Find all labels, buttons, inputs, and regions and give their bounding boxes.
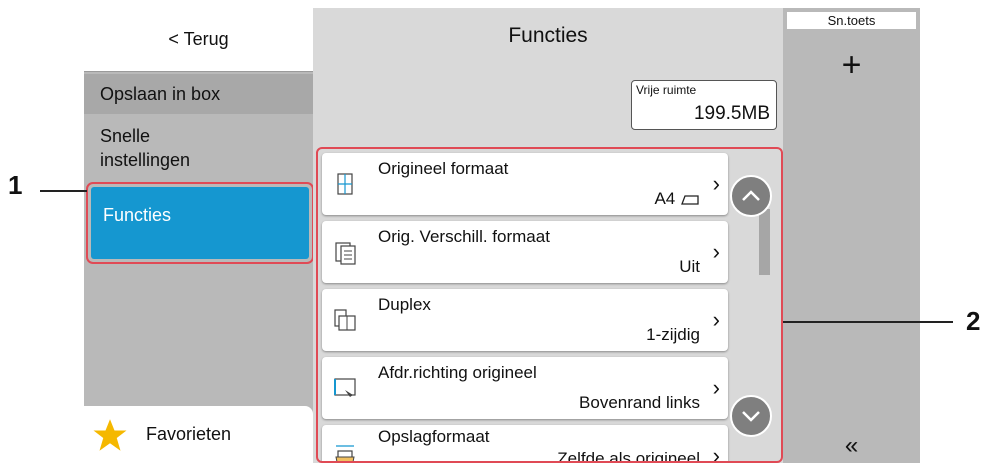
chevron-right-icon: › — [712, 375, 720, 400]
callout-1-highlight: Functies — [86, 182, 314, 264]
sidebar-item-label: Opslaan in box — [100, 83, 221, 104]
chevron-right-icon: › — [712, 307, 720, 332]
callout-line-1 — [40, 190, 87, 192]
free-space-value: 199.5MB — [693, 103, 770, 124]
orientation-icon — [334, 378, 356, 397]
function-name: Opslagformaat — [378, 427, 490, 446]
function-value-text: A4 — [654, 189, 676, 208]
add-quick-key-button[interactable]: + — [783, 48, 920, 82]
sidebar-item-label: Snelle instellingen — [100, 126, 191, 170]
free-space-indicator: Vrije ruimte 199.5MB — [631, 80, 777, 130]
chevron-down-icon — [742, 411, 760, 422]
sidebar-item-quick-setup[interactable]: Snelle instellingen — [84, 118, 313, 182]
scroll-down-button[interactable] — [730, 395, 772, 437]
page-title: Functies — [508, 24, 588, 47]
back-button-label: < Terug — [168, 29, 229, 49]
quick-key-panel: Sn.toets + « — [783, 8, 920, 463]
callout-number-2: 2 — [966, 306, 981, 336]
scrollbar-thumb[interactable] — [759, 209, 770, 275]
function-value: A4 — [654, 189, 700, 209]
function-name: Afdr.richting origineel — [378, 363, 537, 382]
paper-orientation-icon — [681, 194, 699, 205]
function-value: Uit — [679, 257, 700, 276]
favorites-button[interactable]: Favorieten — [84, 406, 313, 463]
quick-key-tab[interactable]: Sn.toets — [787, 12, 916, 29]
back-button[interactable]: < Terug — [84, 8, 313, 72]
collapse-panel-button[interactable]: « — [783, 432, 920, 460]
free-space-label: Vrije ruimte — [636, 83, 697, 97]
chevron-right-icon: › — [712, 443, 720, 463]
function-value: Bovenrand links — [579, 393, 700, 412]
chevron-right-icon: › — [712, 239, 720, 264]
callout-line-2 — [783, 321, 953, 323]
function-value: Zelfde als origineel — [557, 449, 700, 463]
functions-panel: Functies Vrije ruimte 199.5MB Origineel … — [313, 8, 783, 463]
favorites-label: Favorieten — [146, 424, 232, 444]
function-item-storing-size[interactable]: Opslagformaat Zelfde als origineel › — [322, 425, 728, 463]
function-item-original-size[interactable]: Origineel formaat A4 › — [322, 153, 728, 215]
mixed-size-icon — [335, 242, 356, 265]
function-name: Orig. Verschill. formaat — [378, 227, 550, 246]
sidebar-item-functions[interactable]: Functies — [91, 187, 309, 259]
function-item-mixed-size[interactable]: Orig. Verschill. formaat Uit › — [322, 221, 728, 283]
function-name: Duplex — [378, 295, 431, 314]
function-list: Origineel formaat A4 › Orig. Verschill. … — [316, 147, 783, 463]
original-size-icon — [337, 173, 353, 195]
chevron-up-icon — [742, 190, 760, 201]
sidebar-item-store-in-box[interactable]: Opslaan in box — [84, 74, 313, 114]
function-name: Origineel formaat — [378, 159, 509, 178]
function-item-duplex[interactable]: Duplex 1-zijdig › — [322, 289, 728, 351]
scroll-up-button[interactable] — [730, 175, 772, 217]
star-icon — [93, 418, 127, 451]
storing-size-icon — [335, 445, 355, 461]
left-sidebar: < Terug Opslaan in box Snelle instelling… — [84, 8, 314, 463]
duplex-icon — [334, 309, 356, 331]
sidebar-item-label: Functies — [103, 205, 172, 225]
callout-number-1: 1 — [8, 170, 23, 200]
function-value: 1-zijdig — [646, 325, 700, 344]
chevron-right-icon: › — [712, 171, 720, 196]
function-item-orientation[interactable]: Afdr.richting origineel Bovenrand links … — [322, 357, 728, 419]
